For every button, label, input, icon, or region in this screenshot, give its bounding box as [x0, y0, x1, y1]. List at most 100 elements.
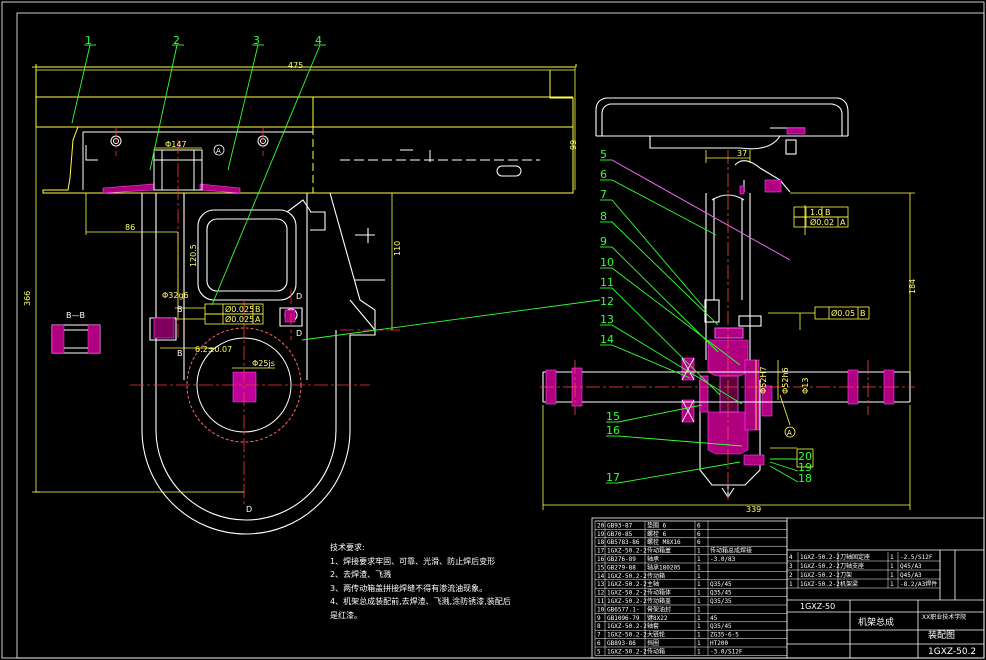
bom-cell: 1GXZ-50.2-2 [800, 563, 840, 570]
bom-cell: GB6577.1- [607, 606, 640, 613]
bearing-dim-2: Φ52h6 [781, 367, 790, 394]
section-view-bb [51, 324, 101, 354]
bom-cell: 2 [789, 572, 793, 579]
bom-cell: 1GXZ-50.2-2 [607, 598, 647, 605]
bom-cell: 大链轮 [647, 631, 665, 639]
bom-cell: 1 [789, 581, 793, 588]
bom-cell: ZG35-6-5 [710, 632, 739, 639]
bom-cell: 1 [697, 640, 701, 647]
bom-cell: 18 [597, 539, 605, 546]
dim-hub-dia: Φ25js [252, 359, 275, 368]
bom-cell: 轴承 [647, 555, 659, 563]
bom-cell: 1 [697, 615, 701, 622]
bom-cell: 14 [597, 573, 605, 580]
callout-8: 8 [600, 210, 607, 223]
main-frame-view [32, 44, 601, 535]
bom-cell: 1 [697, 573, 701, 580]
title-drawing-no: 1GXZ-50.2 [928, 647, 976, 657]
bom-cell: 15 [597, 564, 605, 571]
bom-cell: 6 [697, 531, 701, 538]
bom-cell: 轴套 [647, 622, 659, 630]
bom-cell: 1GXZ-50.2-2 [607, 648, 647, 655]
bom-cell: HT200 [710, 640, 728, 647]
bom-cell: 20 [597, 522, 605, 529]
bom-cell: 5 [597, 648, 601, 655]
bom-cell: 3 [789, 563, 793, 570]
dim-bore-top: Φ147 [165, 140, 187, 149]
dim-bracket-offset: 110 [393, 241, 402, 256]
bom-cell: GB276-89 [607, 556, 636, 563]
bom-cell: 刀轴支座 [840, 562, 864, 570]
dim-right-height: 184 [908, 279, 917, 294]
bearing-dim-1: Φ52H7 [759, 366, 768, 394]
bom-cell: 1GXZ-50.2-2 [607, 623, 647, 630]
bom-cell: 1GXZ-50.2-2 [800, 572, 840, 579]
bom-cell: 1 [697, 556, 701, 563]
bom-cell: 1 [697, 590, 701, 597]
bom-cell: 传动箱体 [647, 589, 671, 597]
title-drawing-type: 装配图 [928, 629, 955, 641]
notes-item-1: 1、焊接要求牢固、可靠、光滑、防止焊后变形 [330, 556, 496, 566]
notes-title: 技术要求: [330, 543, 365, 552]
notes-item-5: 是红漆。 [330, 610, 362, 620]
tol-1-ref: B [255, 305, 261, 314]
dim-right-width: 339 [746, 505, 761, 514]
bom-cell: 6 [597, 640, 601, 647]
bom-cell: 9 [597, 615, 601, 622]
datum-d-mid: D [296, 329, 302, 338]
bom-cell: 螺栓 6 [647, 530, 667, 538]
bom-cell: 传动箱盖 [647, 547, 671, 555]
leader-5 [611, 159, 791, 261]
callout-13: 13 [600, 313, 614, 326]
bom-cell: 6 [697, 522, 701, 529]
bom-cell: 45 [710, 615, 718, 622]
bom-cell: 刀架 [840, 571, 852, 579]
bom-cell: 12 [597, 590, 605, 597]
bom-cell: 1 [697, 598, 701, 605]
bom-cell: 机架梁 [840, 580, 858, 588]
callout-1: 1 [85, 34, 92, 47]
runout-ref: B [860, 309, 866, 318]
bom-right-table: 4 1GXZ-50.2-2 刀轴固定座 1 -2.5/S12F3 1GXZ-50.2-2 刀… [786, 552, 941, 589]
bom-cell: 1 [890, 581, 894, 588]
callout-15: 15 [606, 410, 620, 423]
bom-cell: 传动箱盖 [647, 597, 671, 605]
bom-cell: 1GXZ-50.2-2 [607, 590, 647, 597]
conc-value: Ø0.02 [810, 217, 834, 227]
callout-7: 7 [600, 188, 607, 201]
callout-20: 20 [798, 450, 812, 463]
conc-ref: A [840, 218, 846, 227]
callout-12: 12 [600, 295, 614, 308]
bom-cell: GB893-86 [607, 640, 636, 647]
section-mark-bottom: B [177, 349, 183, 358]
bom-cell: 7 [597, 632, 601, 639]
perp-ref: B [825, 208, 831, 217]
notes-item-4: 4、机架总成装配前,去焊渣、飞溅,涂防锈漆,装配后 [330, 597, 511, 606]
bom-cell: 骨架油封 [647, 605, 671, 613]
bom-cell: 1 [697, 581, 701, 588]
tol-2-ref: A [255, 315, 261, 324]
bom-cell: 刀轴固定座 [840, 553, 870, 561]
bom-cell: 1 [697, 606, 701, 613]
bom-cell: GB70-85 [607, 531, 633, 538]
bom-cell: Q35/35 [710, 598, 732, 605]
datum-d-top: D [296, 292, 302, 301]
tol-2-value: Ø0.025 [225, 314, 254, 324]
bom-cell: Q35/45 [710, 590, 732, 597]
bom-cell: 1GXZ-50.2-2 [607, 632, 647, 639]
bom-cell: 1 [697, 623, 701, 630]
bom-cell: 1 [697, 548, 701, 555]
callout-10: 10 [600, 256, 614, 269]
bom-cell: 主轴 [647, 580, 659, 588]
dim-offset-vertical: 120.5 [189, 244, 198, 267]
bom-cell: 1GXZ-50.2-2 [607, 581, 647, 588]
callout-5: 5 [600, 148, 607, 161]
bom-cell: -3.0/83 [710, 556, 736, 563]
bom-cell: GB93-87 [607, 522, 633, 529]
bom-cell: 1GXZ-50.2-2 [800, 554, 840, 561]
bom-cell: 1GXZ-50.2-2 [800, 581, 840, 588]
bom-cell: 1 [697, 648, 701, 655]
bom-cell: Q45/A3 [900, 572, 922, 579]
dim-height-total: 366 [23, 291, 32, 306]
section-label: B—B [66, 311, 85, 320]
